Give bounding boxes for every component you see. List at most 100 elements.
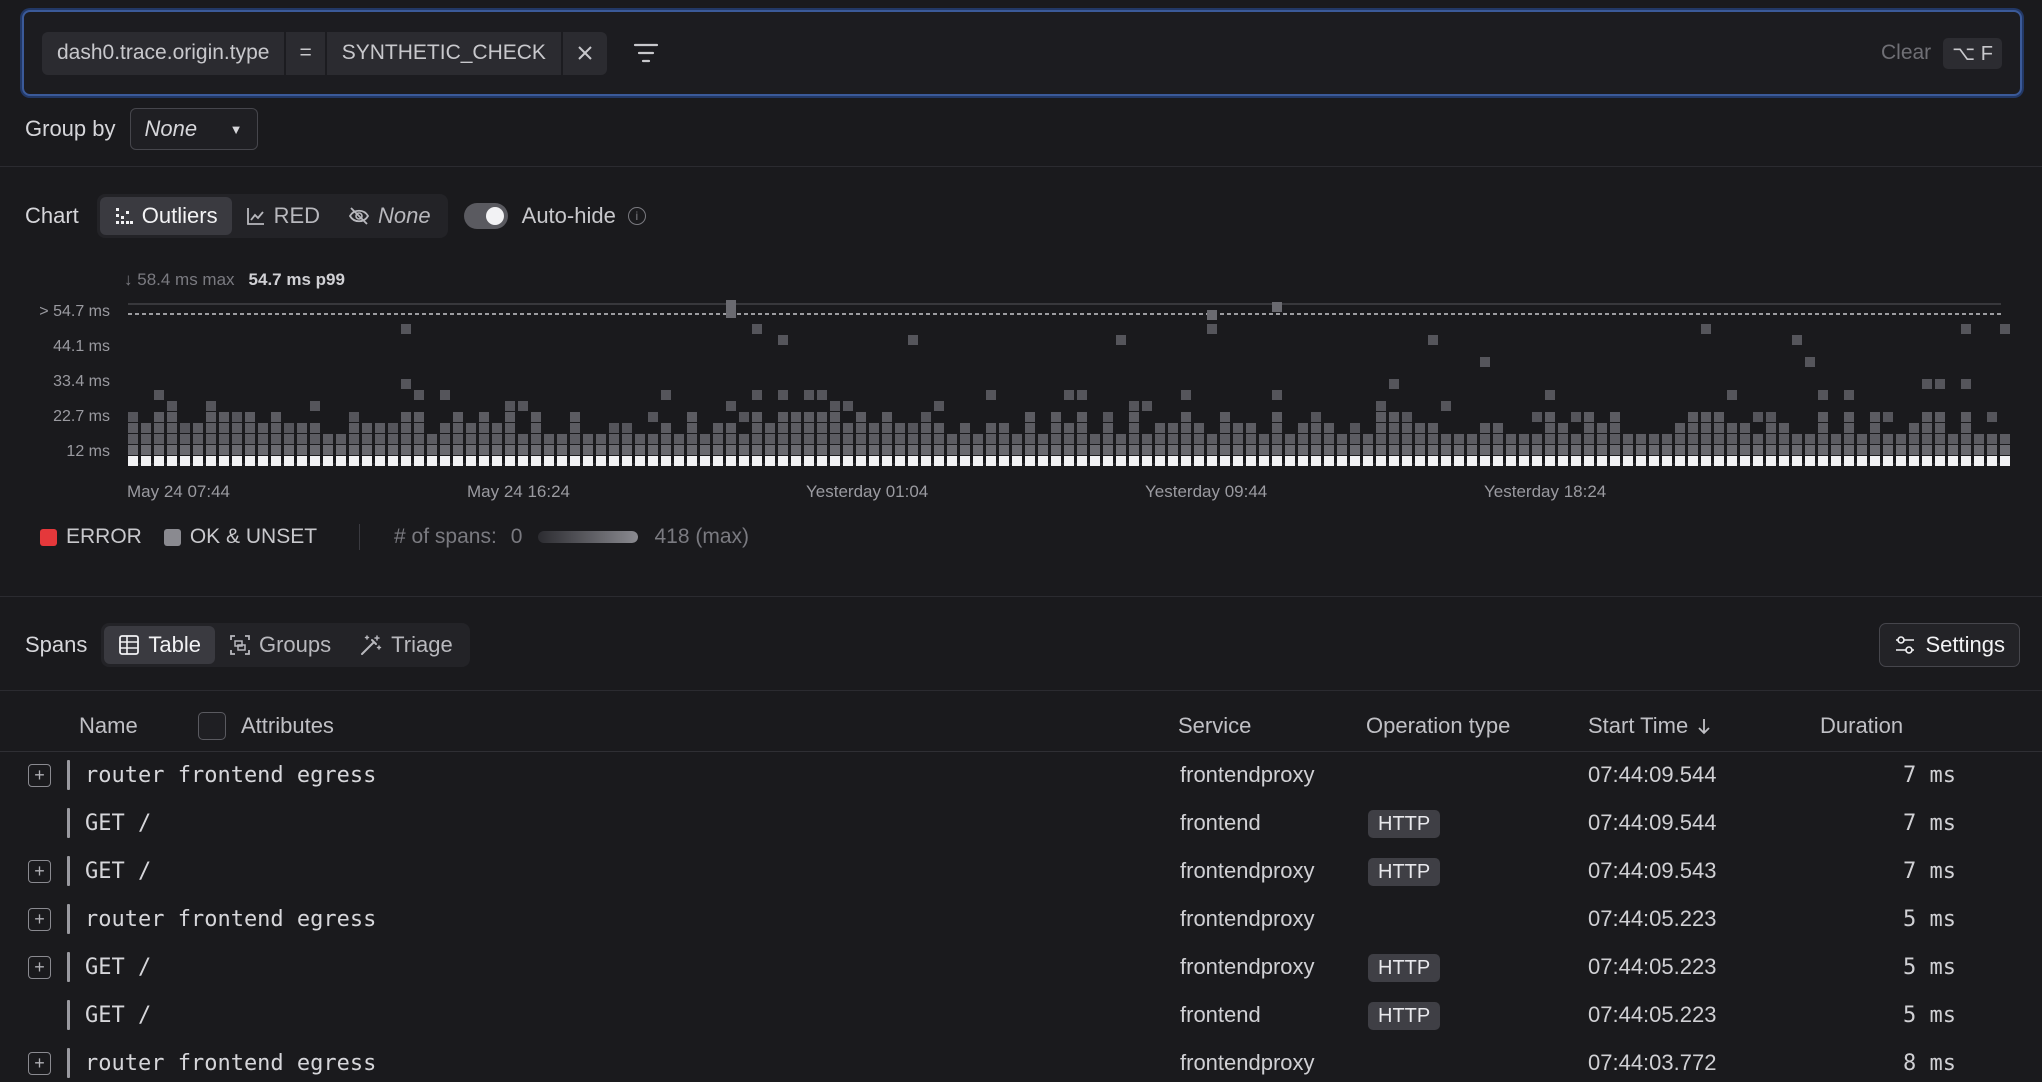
density-cell <box>167 412 177 422</box>
span-depth-bar <box>67 1048 70 1078</box>
outlier-cell <box>778 335 788 345</box>
info-icon[interactable]: i <box>627 207 646 225</box>
density-cell <box>973 456 983 466</box>
density-cell <box>570 434 580 444</box>
density-cell <box>635 445 645 455</box>
scatter-icon <box>115 208 133 224</box>
density-cell <box>1935 456 1945 466</box>
filter-value[interactable]: SYNTHETIC_CHECK <box>324 31 561 75</box>
density-cell <box>1831 445 1841 455</box>
density-cell <box>1909 423 1919 433</box>
filter-key[interactable]: dash0.trace.origin.type <box>42 32 284 75</box>
table-row[interactable]: + router frontend egress frontendproxy 07:4… <box>0 895 2042 943</box>
density-cell <box>2000 445 2010 455</box>
expand-plus-icon[interactable]: + <box>28 763 51 787</box>
column-start-time[interactable]: Start Time <box>1588 713 1712 739</box>
view-table-tab[interactable]: Table <box>104 626 215 664</box>
outlier-cell <box>1753 412 1763 422</box>
density-cell <box>661 456 671 466</box>
span-duration: 8 ms <box>1903 1050 1956 1076</box>
density-cell <box>440 434 450 444</box>
column-duration[interactable]: Duration <box>1820 713 1903 739</box>
density-cell <box>1207 445 1217 455</box>
outliers-chart[interactable] <box>120 296 2015 476</box>
density-cell <box>726 423 736 433</box>
density-cell <box>609 456 619 466</box>
expand-plus-icon[interactable]: + <box>28 907 51 931</box>
chart-mode-red[interactable]: RED <box>232 197 334 235</box>
outlier-cell <box>284 423 294 433</box>
density-cell <box>284 456 294 466</box>
density-cell <box>1792 456 1802 466</box>
density-cell <box>1831 434 1841 444</box>
legend-item-ok[interactable]: OK & UNSET <box>163 525 317 549</box>
span-service: frontendproxy <box>1180 858 1315 883</box>
column-name[interactable]: Name <box>79 713 138 739</box>
density-cell <box>1246 434 1256 444</box>
attributes-checkbox[interactable] <box>198 711 226 740</box>
density-cell <box>505 423 515 433</box>
filter-chip[interactable]: dash0.trace.origin.type = SYNTHETIC_CHEC… <box>42 31 607 75</box>
density-cell <box>1948 434 1958 444</box>
density-cell <box>609 434 619 444</box>
expand-plus-icon[interactable]: + <box>28 1051 51 1075</box>
span-start-time: 07:44:05.223 <box>1588 906 1717 931</box>
density-cell <box>713 423 723 433</box>
density-cell <box>622 445 632 455</box>
outlier-cell <box>167 401 177 411</box>
table-row[interactable]: GET / frontend 07:44:05.223 5 ms HTTP <box>0 991 2042 1039</box>
density-cell <box>1792 445 1802 455</box>
density-cell <box>1805 434 1815 444</box>
density-cell <box>1779 434 1789 444</box>
density-cell <box>596 445 606 455</box>
density-cell <box>154 434 164 444</box>
column-service[interactable]: Service <box>1178 713 1251 739</box>
density-cell <box>1870 434 1880 444</box>
density-cell <box>362 445 372 455</box>
density-cell <box>401 445 411 455</box>
clear-button[interactable]: Clear <box>1881 41 1931 65</box>
table-row[interactable]: + router frontend egress frontendproxy 07:4… <box>0 1039 2042 1082</box>
density-cell <box>1324 445 1334 455</box>
density-cell <box>219 456 229 466</box>
density-cell <box>1766 456 1776 466</box>
legend-item-error[interactable]: ERROR <box>40 525 142 549</box>
table-row[interactable]: + router frontend egress frontendproxy 07:4… <box>0 751 2042 799</box>
table-row[interactable]: + GET / frontendproxy 07:44:05.223 5 ms HTTP <box>0 943 2042 991</box>
expand-plus-icon[interactable]: + <box>28 859 51 883</box>
filter-options-button[interactable] <box>631 38 661 68</box>
density-cell <box>1428 423 1438 433</box>
autohide-toggle[interactable] <box>463 203 508 229</box>
density-cell <box>1688 412 1698 422</box>
density-cell <box>1350 434 1360 444</box>
filter-bar[interactable]: dash0.trace.origin.type = SYNTHETIC_CHEC… <box>22 10 2022 96</box>
density-cell <box>1181 456 1191 466</box>
chart-mode-none[interactable]: None <box>334 197 445 235</box>
density-cell <box>1740 423 1750 433</box>
column-attributes[interactable]: Attributes <box>241 713 334 739</box>
expand-plus-icon[interactable]: + <box>28 955 51 979</box>
span-name: router frontend egress <box>85 762 377 788</box>
groups-icon <box>230 635 250 655</box>
density-cell <box>531 412 541 422</box>
view-triage-tab[interactable]: Triage <box>345 626 467 664</box>
density-cell <box>882 434 892 444</box>
density-cell <box>453 445 463 455</box>
view-groups-tab[interactable]: Groups <box>215 626 345 664</box>
density-cell <box>1922 445 1932 455</box>
settings-button[interactable]: Settings <box>1878 623 2020 667</box>
density-cell <box>1389 412 1399 422</box>
x-tick-label: Yesterday 09:44 <box>1145 482 1268 501</box>
column-operation-type[interactable]: Operation type <box>1366 713 1510 739</box>
autohide-label: Auto-hide <box>521 203 616 228</box>
density-cell <box>349 423 359 433</box>
table-row[interactable]: GET / frontend 07:44:09.544 7 ms HTTP <box>0 799 2042 847</box>
table-row[interactable]: + GET / frontendproxy 07:44:09.543 7 ms HTTP <box>0 847 2042 895</box>
outlier-cell <box>661 390 671 400</box>
span-start-time: 07:44:09.543 <box>1588 858 1717 883</box>
filter-operator[interactable]: = <box>284 31 324 75</box>
chart-mode-outliers[interactable]: Outliers <box>99 197 232 235</box>
density-cell <box>1922 434 1932 444</box>
group-by-select[interactable]: None ▼ <box>129 108 258 150</box>
remove-filter-button[interactable] <box>560 31 607 75</box>
